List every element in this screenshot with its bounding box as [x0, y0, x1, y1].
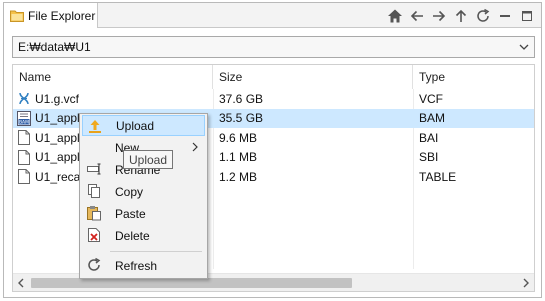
copy-icon [88, 184, 100, 198]
path-value: E:₩data₩U1 [18, 40, 91, 54]
file-size: 9.6 MB [219, 130, 258, 145]
file-name: U1.g.vcf [35, 91, 80, 106]
menu-item-label: Delete [115, 228, 150, 243]
menu-item-copy[interactable]: Copy [82, 181, 205, 202]
file-type: TABLE [419, 169, 457, 184]
up-arrow-icon[interactable] [451, 6, 471, 25]
path-combobox[interactable]: E:₩data₩U1 [12, 36, 535, 58]
file-size: 35.5 GB [219, 111, 264, 126]
scroll-right-icon[interactable] [521, 278, 531, 288]
file-size: 1.2 MB [219, 169, 258, 184]
file-size: 37.6 GB [219, 91, 264, 106]
file-type: SBI [419, 150, 439, 165]
title-bar: File Explorer [4, 3, 541, 28]
file-icon [18, 130, 30, 146]
forward-arrow-icon[interactable] [429, 6, 449, 25]
maximize-icon[interactable] [517, 6, 537, 25]
menu-item-label: Paste [115, 206, 146, 221]
refresh-icon [88, 257, 101, 271]
tab-file-explorer[interactable]: File Explorer [4, 3, 98, 28]
context-menu: Upload New Rename Copy Paste Delete Refr… [79, 113, 208, 279]
tooltip: Upload [123, 150, 174, 169]
back-arrow-icon[interactable] [407, 6, 427, 25]
column-header-name[interactable]: Name [13, 65, 213, 89]
tab-title: File Explorer [28, 8, 96, 23]
file-icon [18, 149, 30, 165]
vcf-file-icon [19, 93, 29, 105]
file-size: 1.1 MB [219, 150, 258, 165]
chevron-right-icon [192, 142, 198, 152]
delete-icon [88, 228, 100, 242]
file-type: BAM [419, 111, 446, 126]
menu-item-delete[interactable]: Delete [82, 225, 205, 246]
scrollbar-thumb[interactable] [31, 278, 352, 288]
file-icon [18, 169, 30, 185]
menu-separator [110, 251, 202, 252]
home-icon[interactable] [385, 6, 405, 25]
menu-item-upload[interactable]: Upload [82, 115, 205, 136]
file-type: VCF [419, 91, 443, 106]
folder-icon [10, 10, 24, 22]
menu-item-label: Upload [116, 118, 155, 133]
chevron-down-icon[interactable] [517, 40, 531, 54]
bam-file-icon: BAM [17, 110, 31, 126]
menu-item-refresh[interactable]: Refresh [82, 255, 205, 276]
table-row[interactable]: U1.g.vcf 37.6 GB VCF [13, 89, 534, 109]
table-header: Name Size Type [13, 65, 534, 89]
refresh-icon[interactable] [473, 6, 493, 25]
menu-item-paste[interactable]: Paste [82, 203, 205, 224]
svg-text:BAM: BAM [19, 119, 29, 125]
rename-icon [87, 163, 101, 175]
column-header-size[interactable]: Size [213, 65, 413, 89]
file-type: BAI [419, 130, 439, 145]
minimize-icon[interactable] [495, 6, 515, 25]
upload-icon [89, 120, 101, 133]
scroll-left-icon[interactable] [16, 278, 26, 288]
paste-icon [87, 206, 101, 221]
column-header-type[interactable]: Type [413, 65, 534, 89]
menu-item-label: Refresh [115, 258, 158, 273]
menu-item-label: Copy [115, 184, 144, 199]
toolbar [385, 6, 537, 25]
